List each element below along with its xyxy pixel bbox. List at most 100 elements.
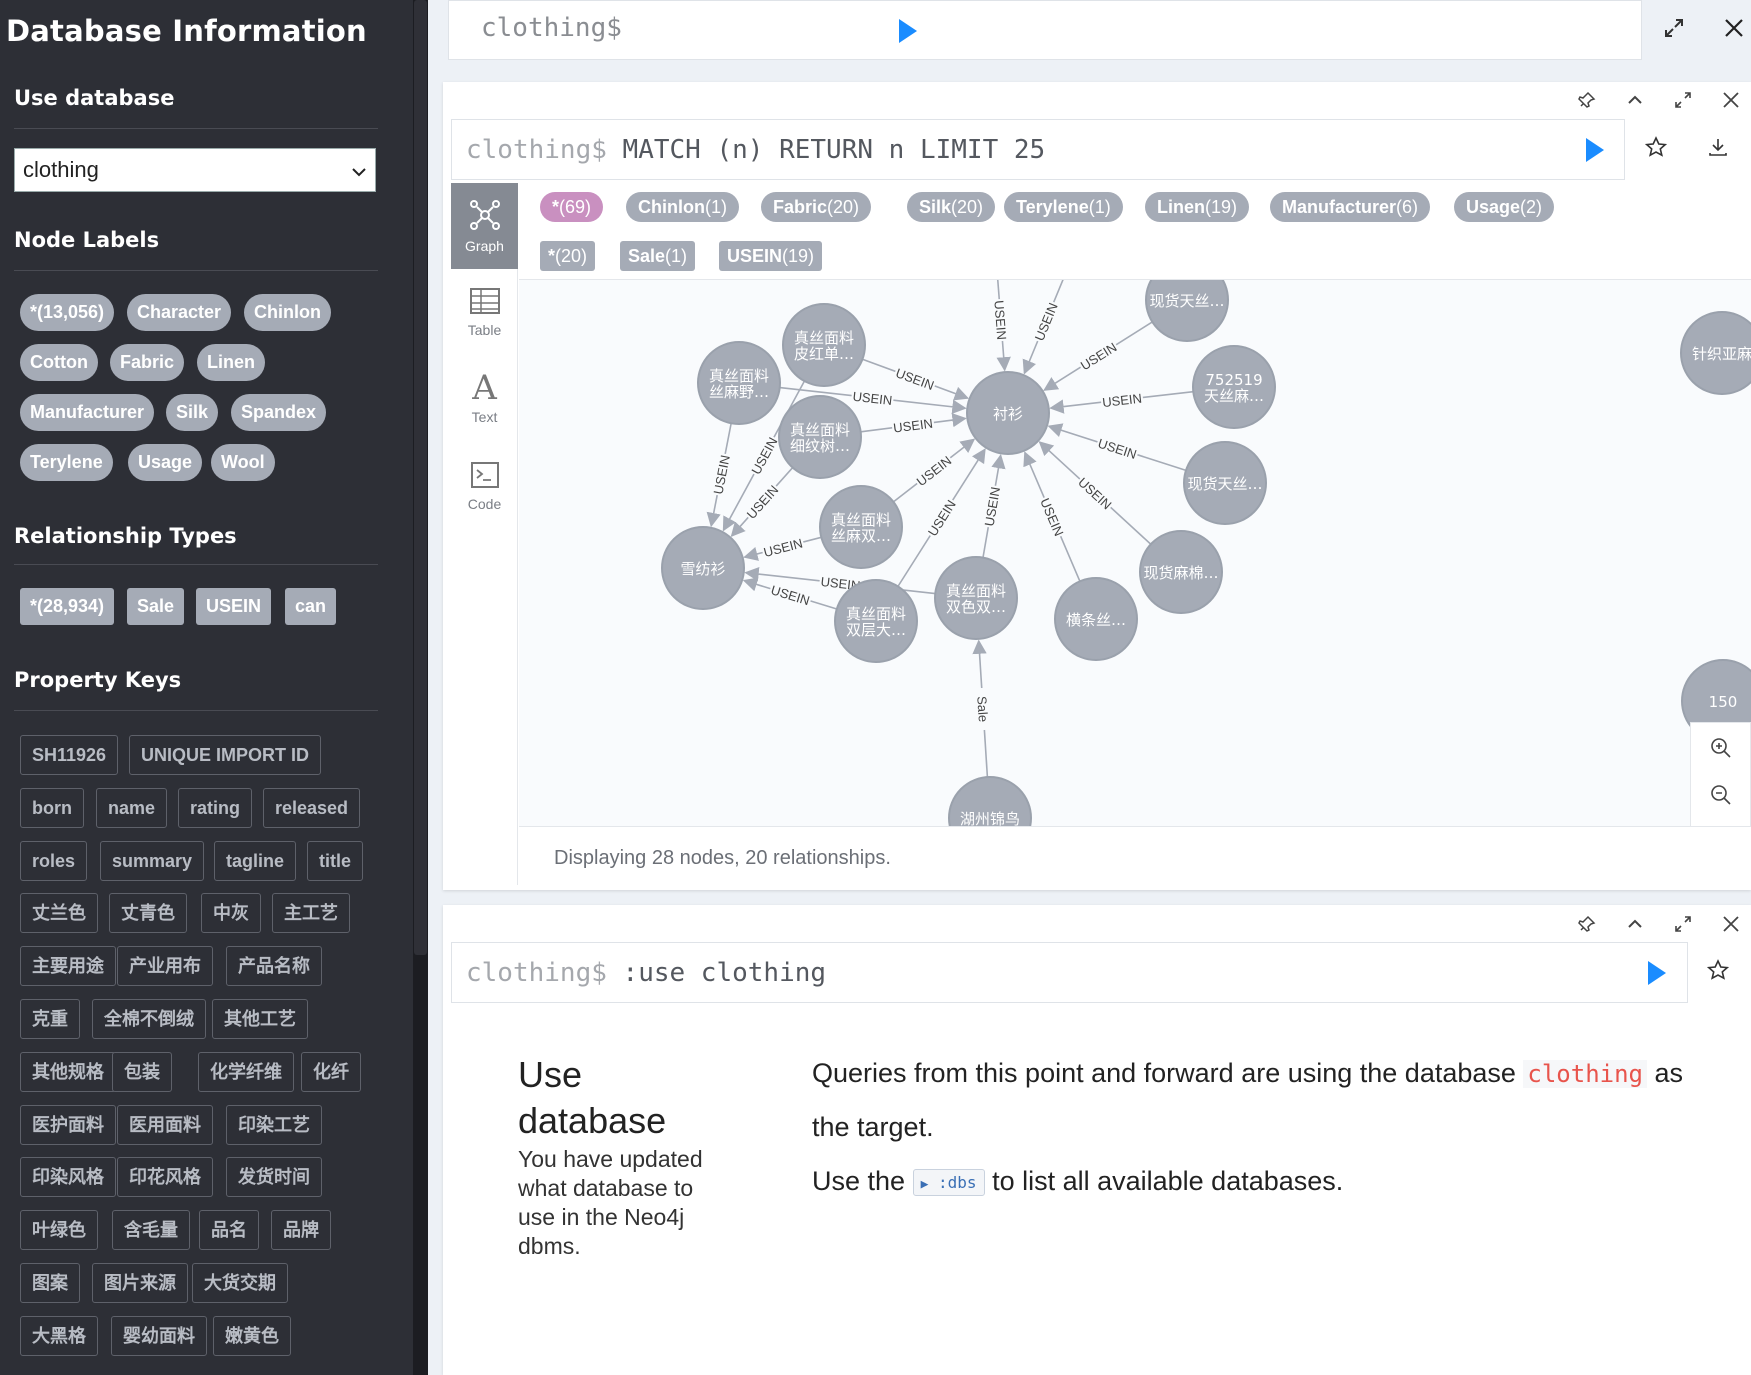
run-query-icon[interactable]: [1648, 961, 1666, 985]
node-label-chip[interactable]: Silk: [166, 394, 219, 431]
node-label-chip[interactable]: *(13,056): [20, 294, 115, 331]
main-editor[interactable]: clothing$: [448, 0, 1642, 60]
node-label-chip[interactable]: Terylene: [20, 444, 113, 481]
sidebar-scrollbar-thumb[interactable]: [414, 0, 427, 955]
node-label-chip[interactable]: Usage: [128, 444, 203, 481]
star-icon[interactable]: [1707, 959, 1731, 983]
graph-view-tab[interactable]: Graph: [451, 183, 518, 269]
property-key-chip[interactable]: 印花风格: [117, 1157, 213, 1198]
graph-node[interactable]: [1145, 280, 1229, 342]
zoom-in-icon[interactable]: [1709, 736, 1733, 760]
property-key-chip[interactable]: 其他工艺: [212, 999, 308, 1039]
property-key-chip[interactable]: 含毛量: [112, 1210, 190, 1251]
property-key-chip[interactable]: 克重: [20, 999, 80, 1039]
node-label-chip[interactable]: Wool: [211, 444, 275, 481]
star-icon[interactable]: [1645, 136, 1669, 160]
collapse-icon[interactable]: [1625, 90, 1649, 114]
property-key-chip[interactable]: 医护面料: [20, 1104, 116, 1145]
property-key-chip[interactable]: rating: [178, 787, 253, 828]
pin-icon[interactable]: [1577, 90, 1601, 114]
node-label-pill[interactable]: Terylene(1): [1004, 192, 1123, 222]
table-view-tab[interactable]: Table: [451, 287, 518, 338]
node-label-pill[interactable]: Linen(19): [1145, 192, 1250, 222]
zoom-out-icon[interactable]: [1709, 783, 1733, 807]
property-key-chip[interactable]: 其他规格: [20, 1051, 116, 1092]
property-key-chip[interactable]: tagline: [214, 840, 297, 881]
relationship-type-chip[interactable]: USEIN: [196, 588, 272, 625]
node-label-chip[interactable]: Spandex: [231, 394, 327, 431]
property-key-chip[interactable]: 婴幼面料: [111, 1315, 207, 1356]
node-label-chip[interactable]: Chinlon: [244, 294, 331, 331]
property-key-chip[interactable]: 大黑格: [20, 1315, 98, 1356]
dbs-command-button[interactable]: ▶ :dbs: [912, 1169, 985, 1197]
node-label-pill[interactable]: *(69): [540, 192, 604, 222]
property-key-chip[interactable]: 主工艺: [272, 893, 350, 934]
property-key-chip[interactable]: 品名: [199, 1210, 259, 1251]
run-query-icon[interactable]: [1586, 138, 1604, 162]
property-key-chip[interactable]: summary: [100, 840, 205, 881]
node-label-pill[interactable]: Manufacturer(6): [1270, 192, 1431, 222]
property-key-chip[interactable]: 医用面料: [117, 1104, 213, 1145]
node-label-pill[interactable]: Fabric(20): [761, 192, 872, 222]
database-select[interactable]: clothing: [14, 148, 376, 192]
node-label-chip[interactable]: Linen: [197, 344, 265, 381]
node-label-pill[interactable]: Chinlon(1): [626, 192, 739, 222]
property-key-chip[interactable]: UNIQUE IMPORT ID: [129, 735, 322, 775]
relationship-type-pill[interactable]: USEIN(19): [719, 241, 823, 271]
node-label-pill[interactable]: Silk(20): [907, 192, 996, 222]
property-key-chip[interactable]: name: [96, 787, 168, 828]
property-key-chip[interactable]: 丈青色: [109, 893, 187, 934]
node-label-chip[interactable]: Manufacturer: [20, 394, 155, 431]
fullscreen-editor-icon[interactable]: [1662, 16, 1686, 40]
property-key-chip[interactable]: 大货交期: [192, 1263, 288, 1303]
node-label-chip[interactable]: Character: [127, 294, 232, 331]
property-key-chip[interactable]: 图案: [20, 1263, 80, 1303]
graph-visualization[interactable]: USEINUSEINUSEINUSEINUSEIN USEIN USEINUSEIN…: [519, 280, 1751, 826]
relationship-type-chip[interactable]: Sale: [127, 588, 185, 625]
edge-label: USEIN: [991, 300, 1009, 341]
property-key-chip[interactable]: 中灰: [201, 893, 261, 934]
expand-frame-icon[interactable]: [1673, 914, 1697, 938]
graph-query-editor[interactable]: clothing$ MATCH (n) RETURN n LIMIT 25: [451, 119, 1625, 180]
close-editor-icon[interactable]: [1722, 16, 1746, 40]
property-key-chip[interactable]: 产品名称: [226, 946, 322, 987]
code-view-tab[interactable]: Code: [451, 461, 518, 512]
node-label-pill[interactable]: Usage(2): [1454, 192, 1555, 222]
property-key-chip[interactable]: 嫩黄色: [213, 1315, 291, 1356]
property-key-chip[interactable]: 产业用布: [117, 946, 213, 987]
property-key-chip[interactable]: 包装: [112, 1051, 172, 1092]
property-key-chip[interactable]: title: [307, 840, 364, 881]
graph-canvas[interactable]: USEIN USEIN USEIN USEIN USEIN USEIN USEIN USEIN…: [519, 280, 1751, 826]
property-key-chip[interactable]: 主要用途: [20, 946, 116, 987]
property-key-chip[interactable]: 叶绿色: [20, 1210, 98, 1251]
property-key-chip[interactable]: 印染工艺: [226, 1104, 322, 1145]
expand-frame-icon[interactable]: [1673, 90, 1697, 114]
property-key-chip[interactable]: SH11926: [20, 735, 119, 775]
collapse-icon[interactable]: [1625, 914, 1649, 938]
relationship-type-pill[interactable]: *(20): [540, 241, 596, 271]
property-key-chip[interactable]: 丈兰色: [20, 893, 98, 934]
property-key-chip[interactable]: 印染风格: [20, 1157, 116, 1198]
property-key-chip[interactable]: roles: [20, 840, 88, 881]
download-icon[interactable]: [1707, 136, 1731, 160]
node-label-chip[interactable]: Fabric: [110, 344, 185, 381]
run-query-icon[interactable]: [899, 19, 917, 43]
close-frame-icon[interactable]: [1721, 914, 1745, 938]
text-view-tab[interactable]: A Text: [451, 371, 518, 425]
property-key-chip[interactable]: 图片来源: [92, 1263, 188, 1303]
property-key-chip[interactable]: born: [20, 787, 84, 828]
property-key-chip[interactable]: released: [263, 787, 361, 828]
property-key-chip[interactable]: 全棉不倒绒: [92, 999, 206, 1039]
property-key-chip[interactable]: 品牌: [271, 1210, 331, 1251]
pin-icon[interactable]: [1577, 914, 1601, 938]
relationship-type-pill[interactable]: Sale(1): [620, 241, 696, 271]
property-key-chip[interactable]: 化学纤维: [198, 1051, 294, 1092]
node-label-chip[interactable]: Cotton: [20, 344, 98, 381]
use-query-editor[interactable]: clothing$ :use clothing: [451, 942, 1688, 1003]
property-key-chip[interactable]: 发货时间: [226, 1157, 322, 1198]
edge-label: USEIN: [914, 453, 955, 489]
property-key-chip[interactable]: 化纤: [301, 1051, 361, 1092]
relationship-type-chip[interactable]: *(28,934): [20, 588, 115, 625]
relationship-type-chip[interactable]: can: [285, 588, 337, 625]
close-frame-icon[interactable]: [1721, 90, 1745, 114]
